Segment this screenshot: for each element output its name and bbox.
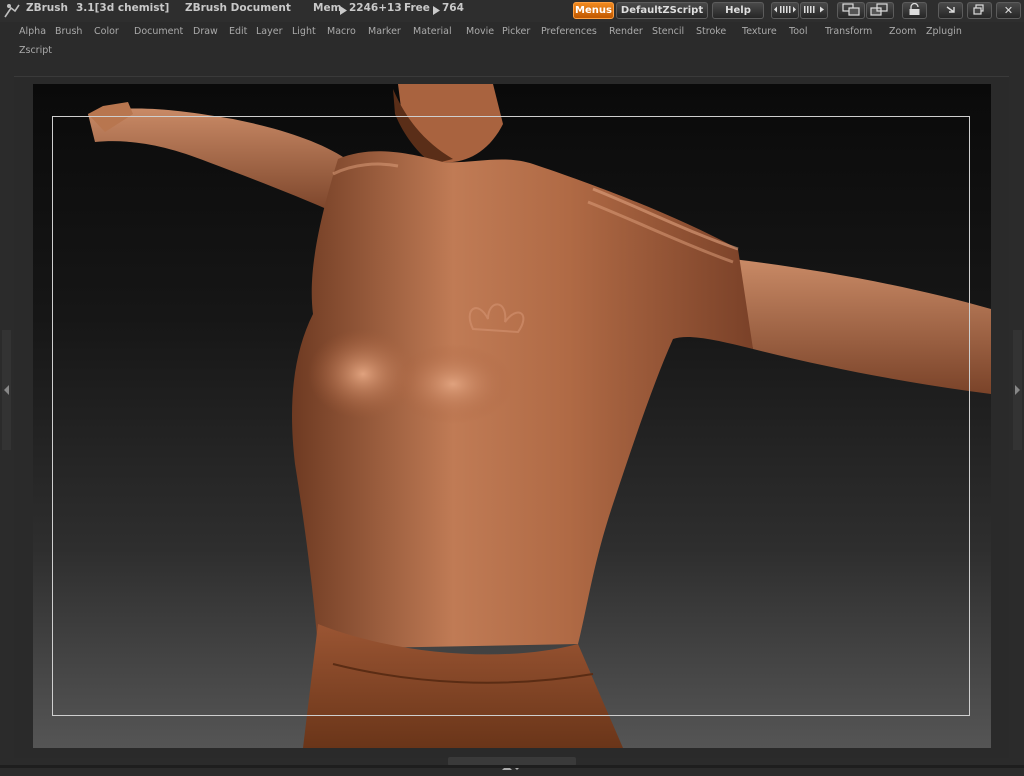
menu-color[interactable]: Color bbox=[94, 26, 119, 37]
menu-stencil[interactable]: Stencil bbox=[652, 26, 684, 37]
restore-button[interactable] bbox=[967, 2, 992, 19]
title-bar: ZBrush 3.1[3d chemist] ZBrush Document M… bbox=[0, 0, 1024, 22]
app-version: 3.1[3d chemist] bbox=[76, 2, 170, 14]
document-name: ZBrush Document bbox=[185, 2, 291, 14]
menu-picker[interactable]: Picker bbox=[502, 26, 530, 37]
window-layout-button[interactable] bbox=[866, 2, 894, 19]
menu-transform[interactable]: Transform bbox=[825, 26, 872, 37]
menu-brush[interactable]: Brush bbox=[55, 26, 82, 37]
free-value: 764 bbox=[442, 2, 464, 14]
left-tray-handle[interactable] bbox=[2, 330, 11, 450]
expand-palette-button[interactable] bbox=[800, 2, 828, 19]
menu-texture[interactable]: Texture bbox=[742, 26, 777, 37]
menu-zoom[interactable]: Zoom bbox=[889, 26, 916, 37]
menu-macro[interactable]: Macro bbox=[327, 26, 356, 37]
menu-render[interactable]: Render bbox=[609, 26, 643, 37]
mem-value: 2246+13 bbox=[349, 2, 402, 14]
chevron-left-icon bbox=[4, 385, 9, 395]
menu-zplugin[interactable]: Zplugin bbox=[926, 26, 962, 37]
mem-label: Mem bbox=[313, 2, 342, 14]
free-label: Free bbox=[404, 2, 430, 14]
minimize-button[interactable] bbox=[938, 2, 963, 19]
menu-draw[interactable]: Draw bbox=[193, 26, 218, 37]
shrink-palette-button[interactable] bbox=[771, 2, 799, 19]
menu-preferences[interactable]: Preferences bbox=[541, 26, 597, 37]
sculpt-model-image[interactable] bbox=[33, 84, 991, 748]
menu-tool[interactable]: Tool bbox=[789, 26, 807, 37]
zbrush-logo-icon bbox=[4, 4, 20, 18]
chevron-right-icon bbox=[1015, 385, 1020, 395]
menu-light[interactable]: Light bbox=[292, 26, 316, 37]
menu-document[interactable]: Document bbox=[134, 26, 183, 37]
app-name: ZBrush bbox=[26, 2, 68, 14]
menu-stroke[interactable]: Stroke bbox=[696, 26, 726, 37]
play-icon bbox=[433, 6, 440, 15]
help-button[interactable]: Help bbox=[712, 2, 764, 19]
lock-button[interactable] bbox=[902, 2, 927, 19]
document-canvas[interactable] bbox=[33, 84, 991, 748]
default-zscript-button[interactable]: DefaultZScript bbox=[616, 2, 708, 19]
menu-alpha[interactable]: Alpha bbox=[19, 26, 46, 37]
close-button[interactable]: ✕ bbox=[996, 2, 1021, 19]
window-layout-icon bbox=[870, 3, 888, 16]
close-icon: ✕ bbox=[1003, 4, 1014, 17]
arrows-outward-icon bbox=[804, 6, 824, 13]
menu-movie[interactable]: Movie bbox=[466, 26, 494, 37]
play-icon bbox=[340, 6, 347, 15]
menu-marker[interactable]: Marker bbox=[368, 26, 401, 37]
arrows-inward-icon bbox=[774, 6, 796, 13]
minimize-icon bbox=[946, 6, 955, 13]
menu-layer[interactable]: Layer bbox=[256, 26, 283, 37]
menu-zscript[interactable]: Zscript bbox=[19, 45, 52, 56]
menus-button[interactable]: Menus bbox=[573, 2, 614, 19]
menu-bar: Alpha Brush Color Document Draw Edit Lay… bbox=[0, 22, 1024, 68]
menu-edit[interactable]: Edit bbox=[229, 26, 247, 37]
menu-material[interactable]: Material bbox=[413, 26, 452, 37]
restore-icon bbox=[973, 4, 984, 15]
right-tray-handle[interactable] bbox=[1013, 330, 1022, 450]
tray-layout-button[interactable] bbox=[837, 2, 865, 19]
tray-layout-icon bbox=[842, 3, 860, 16]
lock-icon bbox=[909, 2, 920, 15]
